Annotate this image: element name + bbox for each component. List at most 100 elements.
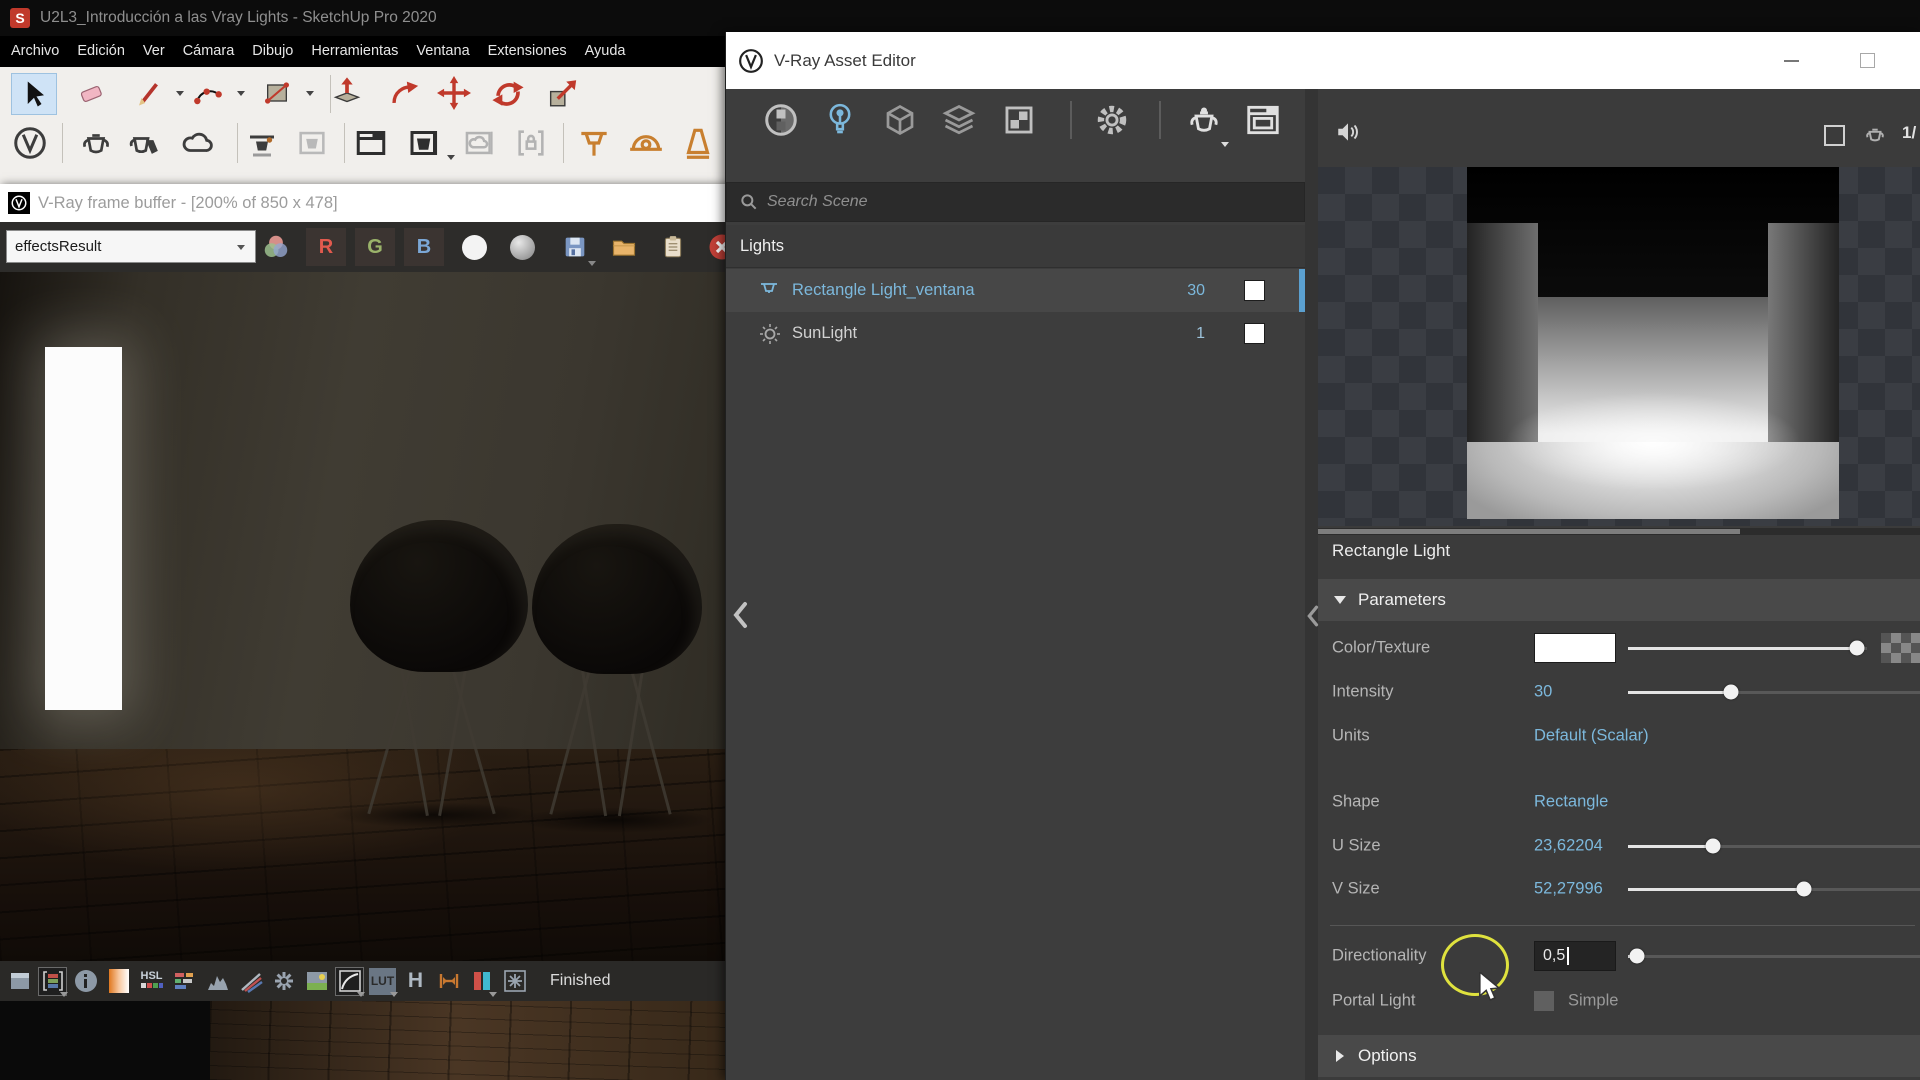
framebuffer-button[interactable] [349,123,393,163]
rect-light-tool[interactable] [572,123,616,163]
minimize-button[interactable] [1784,60,1799,62]
red-channel-button[interactable]: R [306,228,346,266]
vfb-titlebar[interactable]: V-Ray frame buffer - [200% of 850 x 478] [0,184,760,223]
hsl-correction-button[interactable]: HSL [138,968,165,995]
alpha-channel-button[interactable] [462,235,487,260]
offset-tool[interactable] [382,73,426,113]
panel-divider[interactable] [1305,89,1318,1080]
menu-ver[interactable]: Ver [134,36,174,67]
rgb-channels-button[interactable] [258,230,294,264]
options-section-header[interactable]: Options [1318,1035,1920,1077]
tab-lights[interactable] [817,97,863,143]
render-history-caret[interactable] [447,155,455,160]
intensity-slider[interactable] [1628,684,1920,700]
curves-button[interactable] [336,968,363,995]
pushpull-tool[interactable] [325,73,369,113]
arc-tool[interactable] [186,73,230,113]
rectangle-tool[interactable] [255,73,299,113]
render-options-caret[interactable] [1221,142,1229,147]
directionality-slider[interactable] [1628,948,1920,964]
save-image-button[interactable] [558,230,592,264]
menu-ventana[interactable]: Ventana [407,36,478,67]
color-swatch[interactable] [1534,633,1616,663]
lut-button[interactable]: LUT [369,968,396,995]
icc-button[interactable] [468,968,495,995]
mono-channel-button[interactable] [510,235,535,260]
show-corrections-button[interactable] [6,968,33,995]
tab-geometry[interactable] [877,97,923,143]
v-size-value[interactable]: 52,27996 [1534,880,1603,899]
preview-shape-button[interactable] [1824,125,1845,146]
scale-tool[interactable] [540,73,584,113]
history-thumbnail[interactable] [210,1001,760,1080]
channel-dropdown[interactable]: effectsResult [6,230,256,263]
curve-balance-button[interactable] [237,968,264,995]
u-size-slider[interactable] [1628,838,1920,854]
levels-button[interactable] [204,968,231,995]
portal-simple-checkbox[interactable] [1534,991,1554,1011]
open-image-button[interactable] [607,230,641,264]
render-button[interactable] [74,123,118,163]
copy-image-button[interactable] [656,230,690,264]
lock-scene-button[interactable] [509,123,553,163]
rgb-source-button[interactable] [39,968,66,995]
white-balance-button[interactable] [270,968,297,995]
texture-slot[interactable] [1881,633,1920,663]
tab-textures[interactable] [996,97,1042,143]
light-row-sunlight[interactable]: SunLight 1 [726,312,1305,355]
info-button[interactable] [72,968,99,995]
settings-button[interactable] [1089,97,1135,143]
menu-archivo[interactable]: Archivo [2,36,68,67]
stereo-button[interactable] [435,968,462,995]
maximize-button[interactable] [1860,53,1875,68]
dome-light-tool[interactable] [624,123,668,163]
interactive-render-button[interactable] [123,123,167,163]
tab-materials[interactable] [758,97,804,143]
asset-editor-titlebar[interactable]: V-Ray Asset Editor [726,32,1920,89]
arc-tool-caret[interactable] [237,91,245,96]
cloud-render-button[interactable] [457,123,501,163]
green-channel-button[interactable]: G [355,228,395,266]
spot-light-tool[interactable] [676,123,720,163]
v-size-slider[interactable] [1628,881,1920,897]
collapse-left-chevron-icon[interactable] [732,600,748,630]
force-clamp-button[interactable] [105,968,132,995]
denoiser-button[interactable] [501,968,528,995]
preview-scrollbar[interactable] [1318,528,1920,535]
move-tool[interactable] [432,73,476,113]
menu-extensiones[interactable]: Extensiones [479,36,576,67]
rotate-tool[interactable] [486,73,530,113]
render-last-button[interactable] [240,123,284,163]
menu-herramientas[interactable]: Herramientas [302,36,407,67]
u-size-value[interactable]: 23,62204 [1534,837,1603,856]
color-multiplier-slider[interactable] [1628,640,1867,656]
exposure-button[interactable] [303,968,330,995]
render-with-vray-button[interactable] [1181,97,1227,143]
rectangle-tool-caret[interactable] [306,91,314,96]
units-value[interactable]: Default (Scalar) [1534,727,1649,746]
select-tool[interactable] [11,73,57,115]
intensity-value[interactable]: 30 [1534,683,1552,702]
line-tool-caret[interactable] [176,91,184,96]
batch-render-button[interactable] [290,123,334,163]
blue-channel-button[interactable]: B [404,228,444,266]
menu-edicion[interactable]: Edición [68,36,134,67]
search-field[interactable]: Search Scene [726,182,1305,222]
light-enabled-checkbox[interactable] [1244,280,1265,301]
menu-ayuda[interactable]: Ayuda [576,36,635,67]
directionality-input[interactable]: 0,5 [1534,941,1616,971]
tab-scenes[interactable] [936,97,982,143]
preview-toggle-button[interactable] [1330,117,1366,147]
preview-teapot-button[interactable] [1858,119,1892,149]
render-history-button[interactable] [402,123,446,163]
line-tool[interactable] [127,73,171,113]
parameters-section-header[interactable]: Parameters [1318,579,1920,621]
open-framebuffer-button[interactable] [1240,97,1286,143]
lights-category-header[interactable]: Lights [726,225,1305,268]
color-balance-button[interactable] [171,968,198,995]
light-row-rectangle[interactable]: Rectangle Light_ventana 30 [726,269,1305,312]
shape-value[interactable]: Rectangle [1534,793,1608,812]
chaos-cloud-button[interactable] [176,123,220,163]
menu-dibujo[interactable]: Dibujo [243,36,302,67]
menu-camara[interactable]: Cámara [174,36,244,67]
